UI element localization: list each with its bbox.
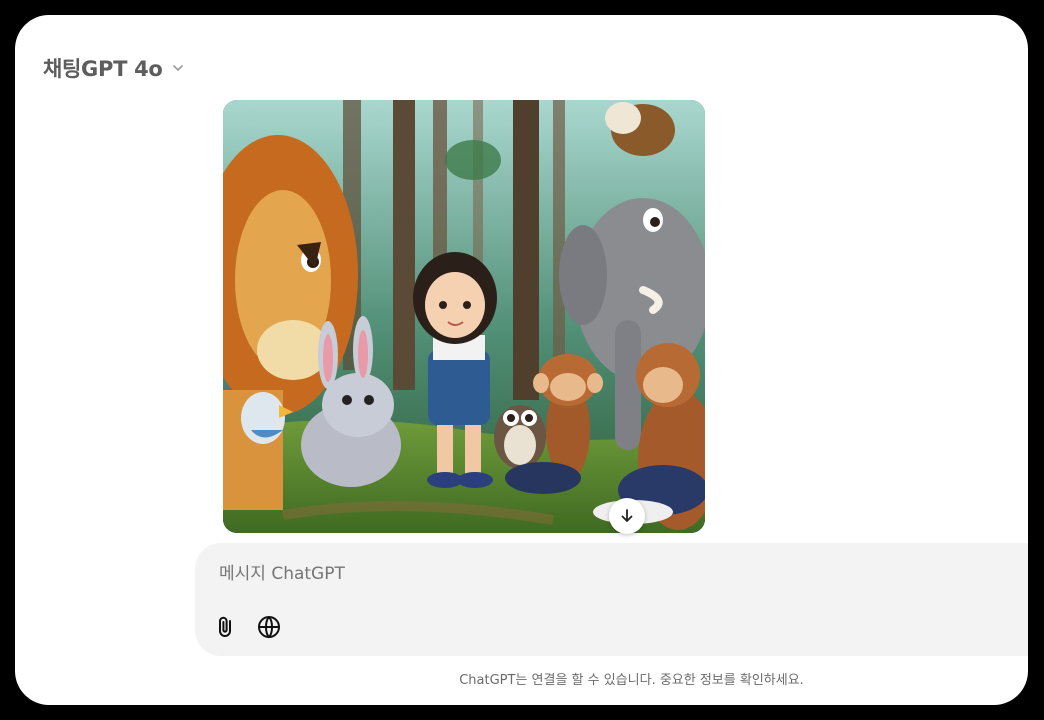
download-button[interactable] [609,498,645,534]
paperclip-icon [219,616,231,637]
arrow-down-icon [621,509,633,522]
message-input[interactable] [217,563,821,585]
forest-scene-illustration [223,100,705,533]
app-window: 채팅GPT 4o 메시지 ChatGPT ChatGPT는 연결을 할 수 있습… [15,15,1028,705]
web-search-button[interactable] [255,613,283,641]
attach-button[interactable] [212,613,240,641]
generated-image[interactable] [223,100,705,533]
globe-icon [258,616,280,639]
model-switcher[interactable]: 채팅GPT 4o [43,53,185,83]
message-composer [195,543,1028,656]
disclaimer-text: ChatGPT는 연결을 할 수 있습니다. 중요한 정보를 확인하세요. [459,673,804,688]
chevron-down-icon [172,65,183,72]
model-name: 채팅GPT 4o [43,57,163,81]
